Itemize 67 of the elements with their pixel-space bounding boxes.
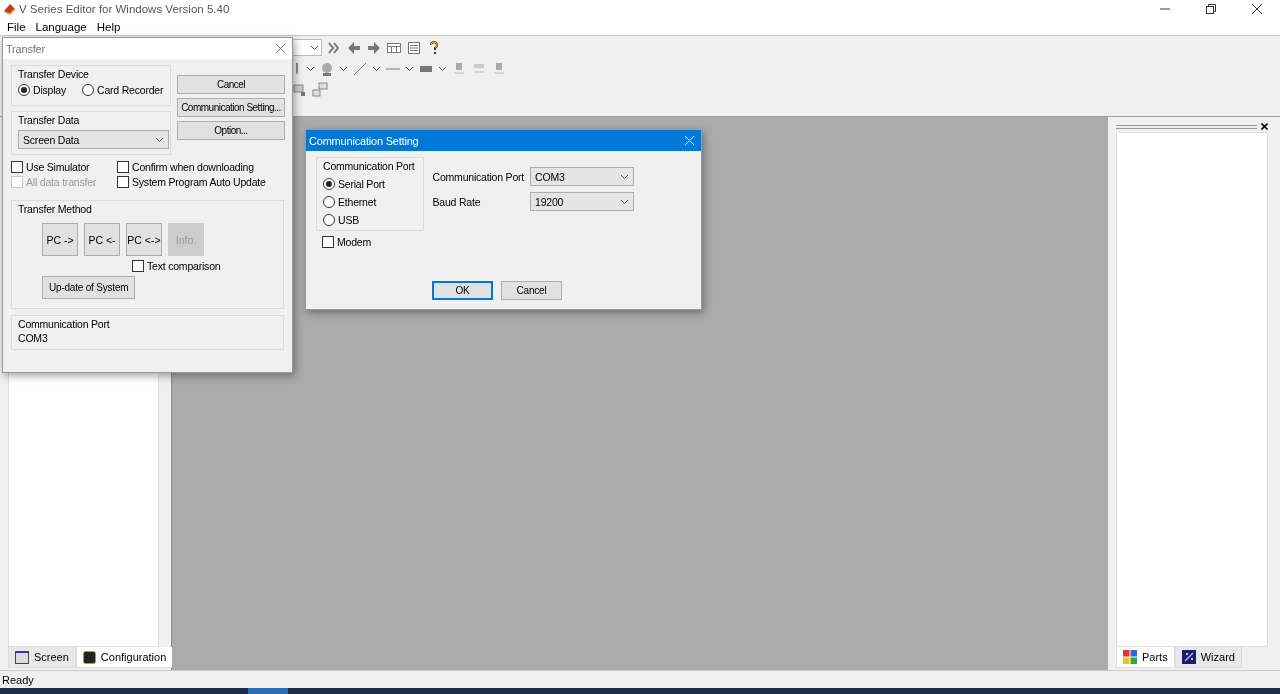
picture-part-icon[interactable]	[491, 60, 507, 77]
dialog-button[interactable]: Option...	[177, 121, 285, 140]
network-icon[interactable]	[312, 81, 328, 98]
checkbox[interactable]: Confirm when downloading	[117, 161, 284, 173]
dialog-title: Transfer	[6, 42, 45, 55]
lamp-icon[interactable]	[319, 60, 335, 77]
wizard-icon	[1181, 650, 1196, 664]
checkbox[interactable]: System Program Auto Update	[117, 176, 284, 188]
restore-icon[interactable]	[1206, 4, 1216, 14]
radio-button[interactable]: Ethernet	[323, 196, 415, 208]
field-label: Communication Port	[432, 170, 525, 183]
dropdown-caret-icon	[339, 65, 348, 72]
dialog-button[interactable]: Communication Setting...	[177, 98, 285, 117]
menu-item[interactable]: Help	[91, 20, 126, 33]
status-text: Ready	[2, 673, 34, 686]
transfer-button[interactable]: PC <-	[84, 223, 120, 256]
group-label: Transfer Method	[18, 203, 93, 215]
dropdown-caret-icon	[405, 65, 414, 72]
window-title: V Series Editor for Windows Version 5.40	[19, 3, 230, 15]
panel-tab[interactable]: Parts	[1116, 647, 1175, 668]
close-icon[interactable]	[1252, 4, 1262, 14]
dialog-button[interactable]: Cancel	[177, 75, 285, 94]
right-arrow-icon[interactable]	[366, 39, 382, 56]
lamp-part-icon[interactable]	[451, 60, 467, 77]
dropdown-caret-icon	[620, 173, 630, 180]
group-label: Transfer Data	[18, 114, 81, 126]
dropdown-caret-icon	[438, 65, 447, 72]
setting-select[interactable]: 19200	[530, 192, 635, 211]
transfer-data-select[interactable]: Screen Data	[18, 130, 169, 149]
panel-tab[interactable]: Configuration	[75, 647, 174, 668]
group-label: Communication Port	[18, 318, 111, 330]
radio-button[interactable]: USB	[323, 214, 415, 226]
setting-select[interactable]: COM3	[530, 167, 635, 186]
dropdown-caret-icon	[306, 65, 315, 72]
field-label: Baud Rate	[432, 195, 482, 208]
dialog-button[interactable]: OK	[432, 281, 493, 300]
dropdown-caret-icon	[155, 136, 164, 143]
app-logo-icon	[3, 3, 16, 15]
radio-button[interactable]: Card Recorder	[82, 84, 164, 96]
toolbar-dropdown[interactable]	[292, 39, 322, 56]
close-icon[interactable]	[1261, 123, 1268, 130]
dropdown-caret-icon	[372, 65, 381, 72]
dropdown-caret-icon	[620, 198, 630, 205]
line-icon[interactable]	[352, 60, 368, 77]
dialog-title: Communication Setting	[309, 134, 419, 147]
screen-icon	[15, 650, 29, 664]
configuration-icon	[82, 650, 96, 664]
dialog-button[interactable]: Cancel	[501, 281, 562, 300]
menu-item[interactable]: Language	[30, 20, 92, 33]
group-label: Communication Port	[323, 160, 415, 172]
panel-tab[interactable]: Wizard	[1174, 647, 1242, 668]
window-select-icon[interactable]	[292, 81, 308, 98]
transfer-button[interactable]: PC <->	[126, 223, 162, 256]
list-icon[interactable]	[406, 39, 422, 56]
panel-tab[interactable]: Screen	[8, 647, 76, 668]
dropdown-caret-icon	[310, 44, 319, 51]
group-label: Transfer Device	[18, 68, 90, 80]
menu-item[interactable]: File	[2, 20, 31, 33]
checkbox[interactable]: Text comparison	[132, 260, 221, 272]
parts-icon	[1123, 650, 1137, 664]
port-value: COM3	[18, 332, 49, 344]
checkbox[interactable]: Use Simulator	[11, 161, 117, 173]
transfer-button[interactable]: PC ->	[42, 223, 78, 256]
radio-button[interactable]: Display	[18, 84, 67, 96]
update-system-button[interactable]: Up-date of System	[42, 276, 136, 299]
radio-button[interactable]: Serial Port	[323, 178, 415, 190]
checkbox[interactable]: Modem	[322, 236, 424, 248]
